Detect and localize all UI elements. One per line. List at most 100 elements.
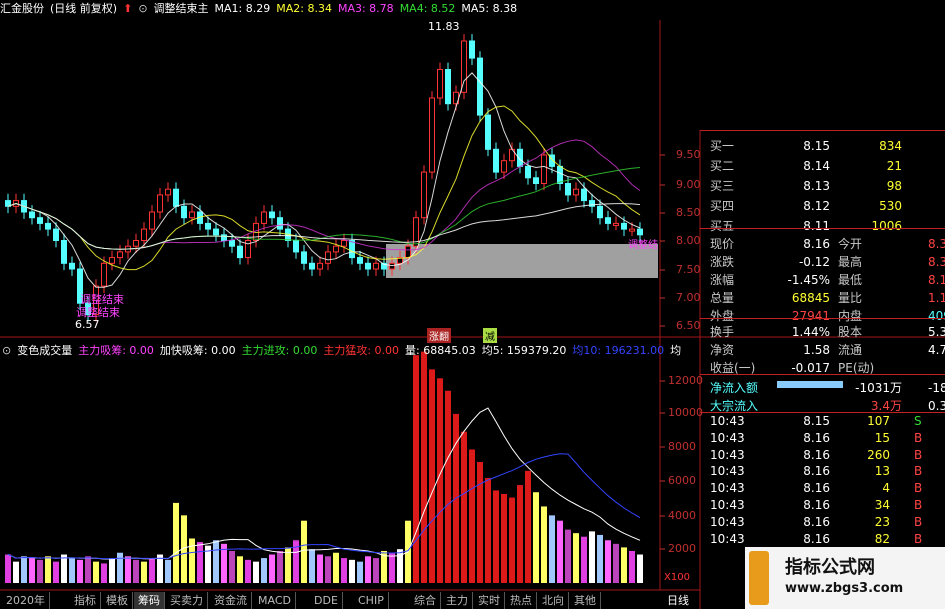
bottom-tab[interactable]: 买卖力 (166, 592, 208, 609)
annotation-label-2: 调整结束 (76, 306, 120, 319)
volume-bar (77, 559, 83, 583)
candle-body (365, 262, 371, 270)
stock-name[interactable]: 汇金股份 (0, 2, 44, 15)
candle-body (189, 211, 195, 219)
candle-body (61, 240, 67, 264)
candle-body (533, 177, 539, 185)
volume-tick: 12000 (668, 374, 703, 387)
stat-label-2: 今开 (838, 237, 863, 251)
candle-body (45, 222, 51, 230)
volume-bar (229, 550, 235, 583)
stat-label: 收益(一) (710, 361, 756, 375)
volume-tick: 4000 (668, 509, 696, 522)
candle-body (605, 217, 611, 224)
candle-body (477, 57, 483, 116)
bid-label: 买四 (710, 199, 735, 213)
candle-body (469, 40, 475, 59)
chart-period[interactable]: (日线 前复权) (50, 2, 117, 15)
bid-label: 买二 (710, 159, 735, 173)
stat-value-2: 8.1 (928, 273, 945, 287)
candle-body (149, 211, 155, 230)
bottom-tab[interactable]: 2020年 (2, 592, 50, 609)
tick-side: B (914, 531, 923, 546)
stat-label: 涨跌 (710, 255, 735, 269)
bottom-tab[interactable]: 主力 (442, 592, 473, 609)
price-tick: 7.50 (676, 263, 701, 276)
candle-body (581, 188, 587, 202)
volume-bar (309, 549, 315, 583)
quote-row: 现价 8.16 今开 8.3 (700, 234, 945, 254)
watermark-box: 指标公式网 www.zbgs3.com (745, 547, 945, 609)
bottom-tab[interactable]: 综合 (410, 592, 441, 609)
bottom-tab[interactable]: 资金流 (210, 592, 252, 609)
volume-bar (637, 554, 643, 583)
quote-row: 总量 68845 量比 1.1 (700, 288, 945, 308)
volume-bar (101, 563, 107, 583)
volume-bar (477, 461, 483, 583)
stat-value: 8.16 (803, 237, 830, 251)
volume-bar (117, 552, 123, 583)
candle-body (525, 165, 531, 179)
tick-volume: 82 (874, 531, 890, 546)
stat-value: 1.58 (803, 343, 830, 357)
candle-body (269, 211, 275, 219)
bottom-tab[interactable]: 指标 (70, 592, 101, 609)
quote-row: 收益(一) -0.017 PE(动) (700, 358, 945, 378)
volume-bar (333, 552, 339, 583)
bottom-tab[interactable]: 筹码 (134, 592, 165, 609)
bottom-tab[interactable]: 模板 (102, 592, 133, 609)
candle-body (173, 188, 179, 207)
volume-bar (133, 559, 139, 583)
volume-bar (45, 556, 51, 583)
volume-bar (277, 550, 283, 583)
candle-body (573, 188, 579, 196)
volume-bar (437, 378, 443, 583)
bottom-tab[interactable]: DDE (310, 592, 343, 609)
bottom-tab[interactable]: 其他 (570, 592, 601, 609)
ma4-value: MA4: 8.52 (399, 2, 456, 15)
bid-volume: 1006 (871, 219, 902, 233)
indicator-select-icon[interactable]: ⊙ (138, 2, 147, 15)
quote-row: 10:43 8.16 82 B (700, 529, 945, 549)
quote-row: 买一 8.15 834 (700, 136, 945, 156)
candle-body (405, 245, 411, 259)
quote-row: 涨跌 -0.12 最高 8.3 (700, 252, 945, 272)
bid-volume: 834 (879, 139, 902, 153)
bottom-tab[interactable]: 热点 (506, 592, 537, 609)
bid-volume: 530 (879, 199, 902, 213)
stat-value: -0.12 (798, 255, 830, 269)
stat-label-2: 最高 (838, 255, 863, 269)
stat-label-2: PE(动) (838, 361, 875, 375)
volume-bar (557, 520, 563, 583)
volume-bar (589, 531, 595, 583)
tick-price: 8.16 (803, 531, 830, 546)
candle-body (461, 40, 467, 93)
candle-body (429, 97, 435, 173)
watermark-site: 指标公式网 (785, 557, 875, 578)
bid-price: 8.15 (803, 139, 830, 153)
bottom-tab[interactable]: 实时 (474, 592, 505, 609)
volume-bar (213, 540, 219, 583)
flag-label-2: 减 (483, 328, 497, 343)
panel-top-separator (700, 130, 945, 131)
volume-bar (357, 561, 363, 583)
volume-bar (613, 543, 619, 583)
settings-icon[interactable]: ⊙ (2, 344, 11, 357)
bottom-tab[interactable]: MACD (254, 592, 296, 609)
bid-price: 8.14 (803, 159, 830, 173)
volume-bar (85, 556, 91, 583)
volume-tick: 6000 (668, 474, 696, 487)
volume-bar (621, 547, 627, 583)
bottom-tab[interactable]: 北向 (538, 592, 569, 609)
candle-body (133, 240, 139, 247)
quote-row: 净资 1.58 流通 4.78 (700, 340, 945, 360)
stat-value: 1.44% (791, 325, 830, 339)
right-annotation: 调整结 (628, 240, 658, 251)
bottom-tab[interactable]: CHIP (354, 592, 389, 609)
period-label[interactable]: 日线 (667, 592, 689, 608)
volume-bar (525, 470, 531, 583)
indicator-name[interactable]: 调整结束主 (154, 2, 209, 15)
panel-separator (700, 374, 945, 375)
volume-indicator-name[interactable]: 变色成交量 (17, 344, 72, 357)
stat-value-2: 8.3 (928, 237, 945, 251)
